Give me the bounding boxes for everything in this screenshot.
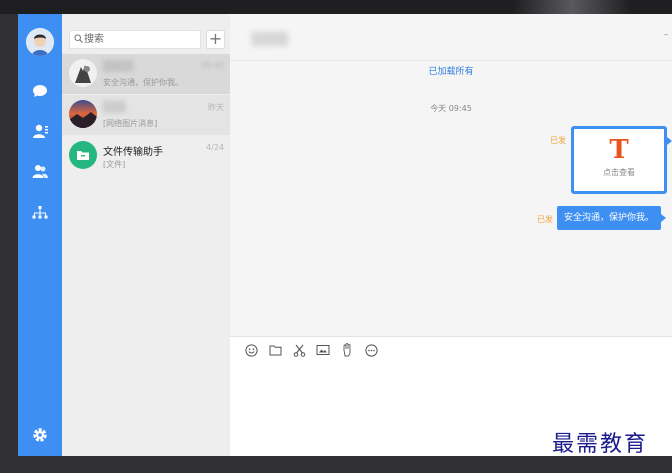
- chat-icon[interactable]: [31, 82, 49, 100]
- settings-icon[interactable]: [31, 426, 49, 444]
- contact-avatar: [69, 59, 97, 87]
- contact-avatar: [69, 100, 97, 128]
- more-icon[interactable]: [364, 343, 378, 357]
- left-nav-rail: [18, 14, 62, 456]
- chat-panel: ░░░░ – 已加载所有 今天 09:45 已发 T 点击查看 已发 安全沟通，…: [230, 14, 672, 456]
- scissors-icon[interactable]: [292, 343, 306, 357]
- message-status: 已发: [537, 215, 553, 224]
- search-input[interactable]: [84, 31, 194, 48]
- screenshot-icon[interactable]: [316, 343, 330, 357]
- chat-header: ░░░░ –: [230, 14, 672, 61]
- watermark: 最需教育: [552, 432, 649, 457]
- conversation-preview: [文件]: [103, 160, 126, 169]
- conversation-time: 09:45: [200, 61, 224, 70]
- user-avatar[interactable]: [26, 28, 54, 56]
- app-window: + ░░░░ 安全沟通，保护你我。 09:45 ░░░ [网络图片消息] 昨天 …: [18, 14, 672, 456]
- conversation-item[interactable]: ░░░░ 安全沟通，保护你我。 09:45: [62, 54, 230, 94]
- group-icon[interactable]: [31, 162, 49, 180]
- conversation-preview: [网络图片消息]: [103, 119, 158, 128]
- folder-icon[interactable]: [268, 343, 282, 357]
- conversation-time: 昨天: [208, 103, 224, 112]
- shake-icon[interactable]: [340, 343, 354, 357]
- conversation-list-panel: + ░░░░ 安全沟通，保护你我。 09:45 ░░░ [网络图片消息] 昨天 …: [62, 14, 230, 456]
- file-view-hint: 点击查看: [603, 168, 635, 177]
- time-separator: 今天 09:45: [430, 104, 472, 113]
- conversation-time: 4/24: [206, 143, 224, 152]
- avatar-illustration: [26, 28, 54, 56]
- org-chart-icon[interactable]: [31, 204, 49, 222]
- file-transfer-avatar: [69, 141, 97, 169]
- conversation-item[interactable]: ░░░ [网络图片消息] 昨天: [62, 95, 230, 135]
- contacts-icon[interactable]: [31, 122, 49, 140]
- minimize-icon[interactable]: –: [664, 30, 668, 39]
- conversation-preview: 安全沟通，保护你我。: [103, 78, 183, 87]
- add-button[interactable]: +: [206, 30, 225, 49]
- message-status: 已发: [550, 136, 566, 145]
- folder-icon: [77, 151, 89, 160]
- conversation-name: ░░░░: [103, 61, 134, 72]
- chat-title: ░░░░: [252, 32, 289, 46]
- conversation-name: ░░░: [103, 102, 127, 113]
- file-message-card[interactable]: T 点击查看: [571, 126, 672, 194]
- load-all-link[interactable]: 已加载所有: [230, 64, 672, 77]
- desktop-top-bar: [0, 0, 672, 14]
- message-bubble[interactable]: 安全沟通，保护你我。: [557, 206, 666, 230]
- conversation-item[interactable]: 文件传输助手 [文件] 4/24: [62, 136, 230, 176]
- emoji-icon[interactable]: [244, 343, 258, 357]
- search-box[interactable]: [69, 30, 201, 49]
- text-file-icon: T: [609, 135, 629, 165]
- search-icon: [74, 34, 83, 46]
- conversation-name: 文件传输助手: [103, 147, 163, 158]
